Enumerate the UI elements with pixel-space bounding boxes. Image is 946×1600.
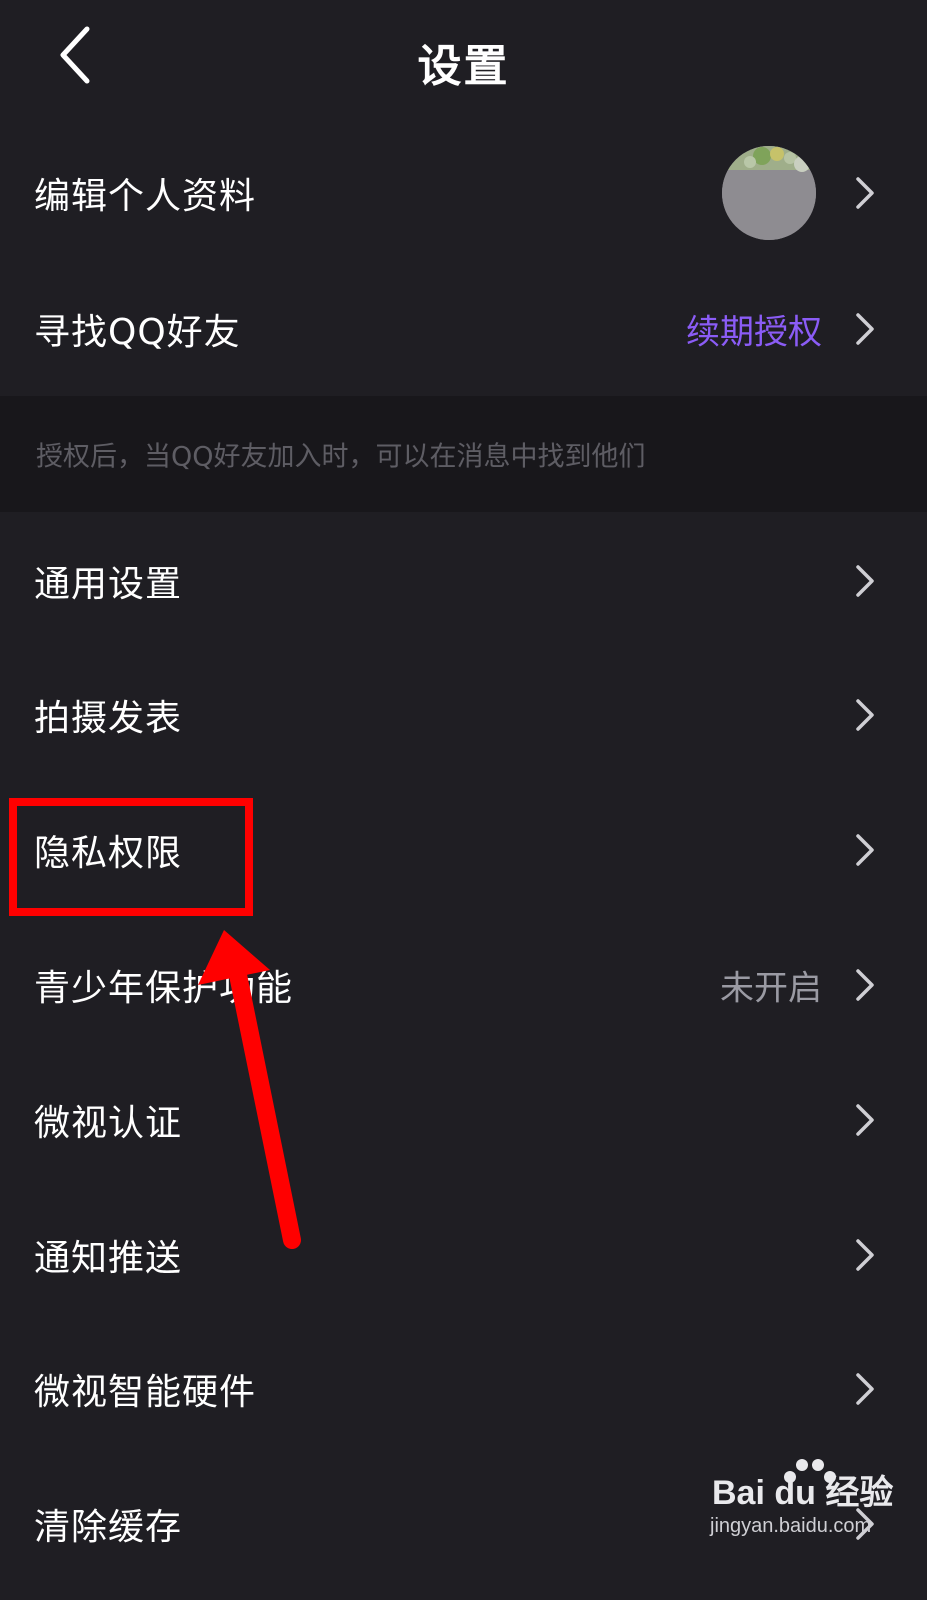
chevron-right-icon (856, 313, 874, 345)
row-smart-hardware[interactable]: 微视智能硬件 (0, 1322, 927, 1456)
chevron-right-icon (856, 1239, 874, 1271)
row-label: 寻找QQ好友 (34, 312, 241, 353)
avatar-image (722, 146, 816, 240)
chevron-right-icon (856, 969, 874, 1001)
row-label: 清除缓存 (34, 1507, 183, 1548)
row-label: 编辑个人资料 (34, 176, 257, 217)
row-label: 通知推送 (34, 1238, 183, 1279)
row-label: 青少年保护功能 (34, 968, 294, 1009)
chevron-right-icon (856, 1373, 874, 1405)
watermark-url: jingyan.baidu.com (710, 1515, 872, 1537)
qq-authorization-hint: 授权后，当QQ好友加入时，可以在消息中找到他们 (0, 396, 927, 512)
chevron-right-icon (856, 834, 874, 866)
row-general-settings[interactable]: 通用设置 (0, 514, 927, 648)
chevron-right-icon (856, 699, 874, 731)
renew-authorization-link[interactable]: 续期授权 (686, 305, 822, 354)
row-shoot-publish[interactable]: 拍摄发表 (0, 648, 927, 782)
baidu-jingyan-watermark: Bai du 经验 jingyan.baidu.com (708, 1459, 908, 1565)
row-label: 微视认证 (34, 1103, 183, 1144)
row-edit-profile[interactable]: 编辑个人资料 (0, 126, 927, 260)
chevron-right-icon (856, 1104, 874, 1136)
chevron-right-icon (856, 565, 874, 597)
page-title: 设置 (417, 41, 510, 92)
hint-text: 授权后，当QQ好友加入时，可以在消息中找到他们 (36, 441, 646, 473)
chevron-right-icon (856, 177, 874, 209)
row-label: 拍摄发表 (34, 698, 183, 739)
row-label: 微视智能硬件 (34, 1372, 257, 1413)
annotation-highlight-box (9, 798, 253, 916)
row-teen-protection[interactable]: 青少年保护功能 未开启 (0, 918, 927, 1052)
row-label: 通用设置 (34, 564, 183, 605)
row-find-qq-friends[interactable]: 寻找QQ好友 续期授权 (0, 262, 927, 396)
watermark-logo: Bai du 经验 (712, 1474, 894, 1512)
settings-screen: 设置 编辑个人资料 寻找QQ好友 续期授权 授权后，当QQ好友加入时，可以在消息… (0, 0, 927, 1600)
row-certification[interactable]: 微视认证 (0, 1053, 927, 1187)
teen-mode-status: 未开启 (720, 968, 822, 1009)
avatar[interactable] (722, 146, 816, 240)
header: 设置 (0, 0, 927, 115)
right-edge-strip (927, 0, 946, 1600)
row-notifications[interactable]: 通知推送 (0, 1188, 927, 1322)
